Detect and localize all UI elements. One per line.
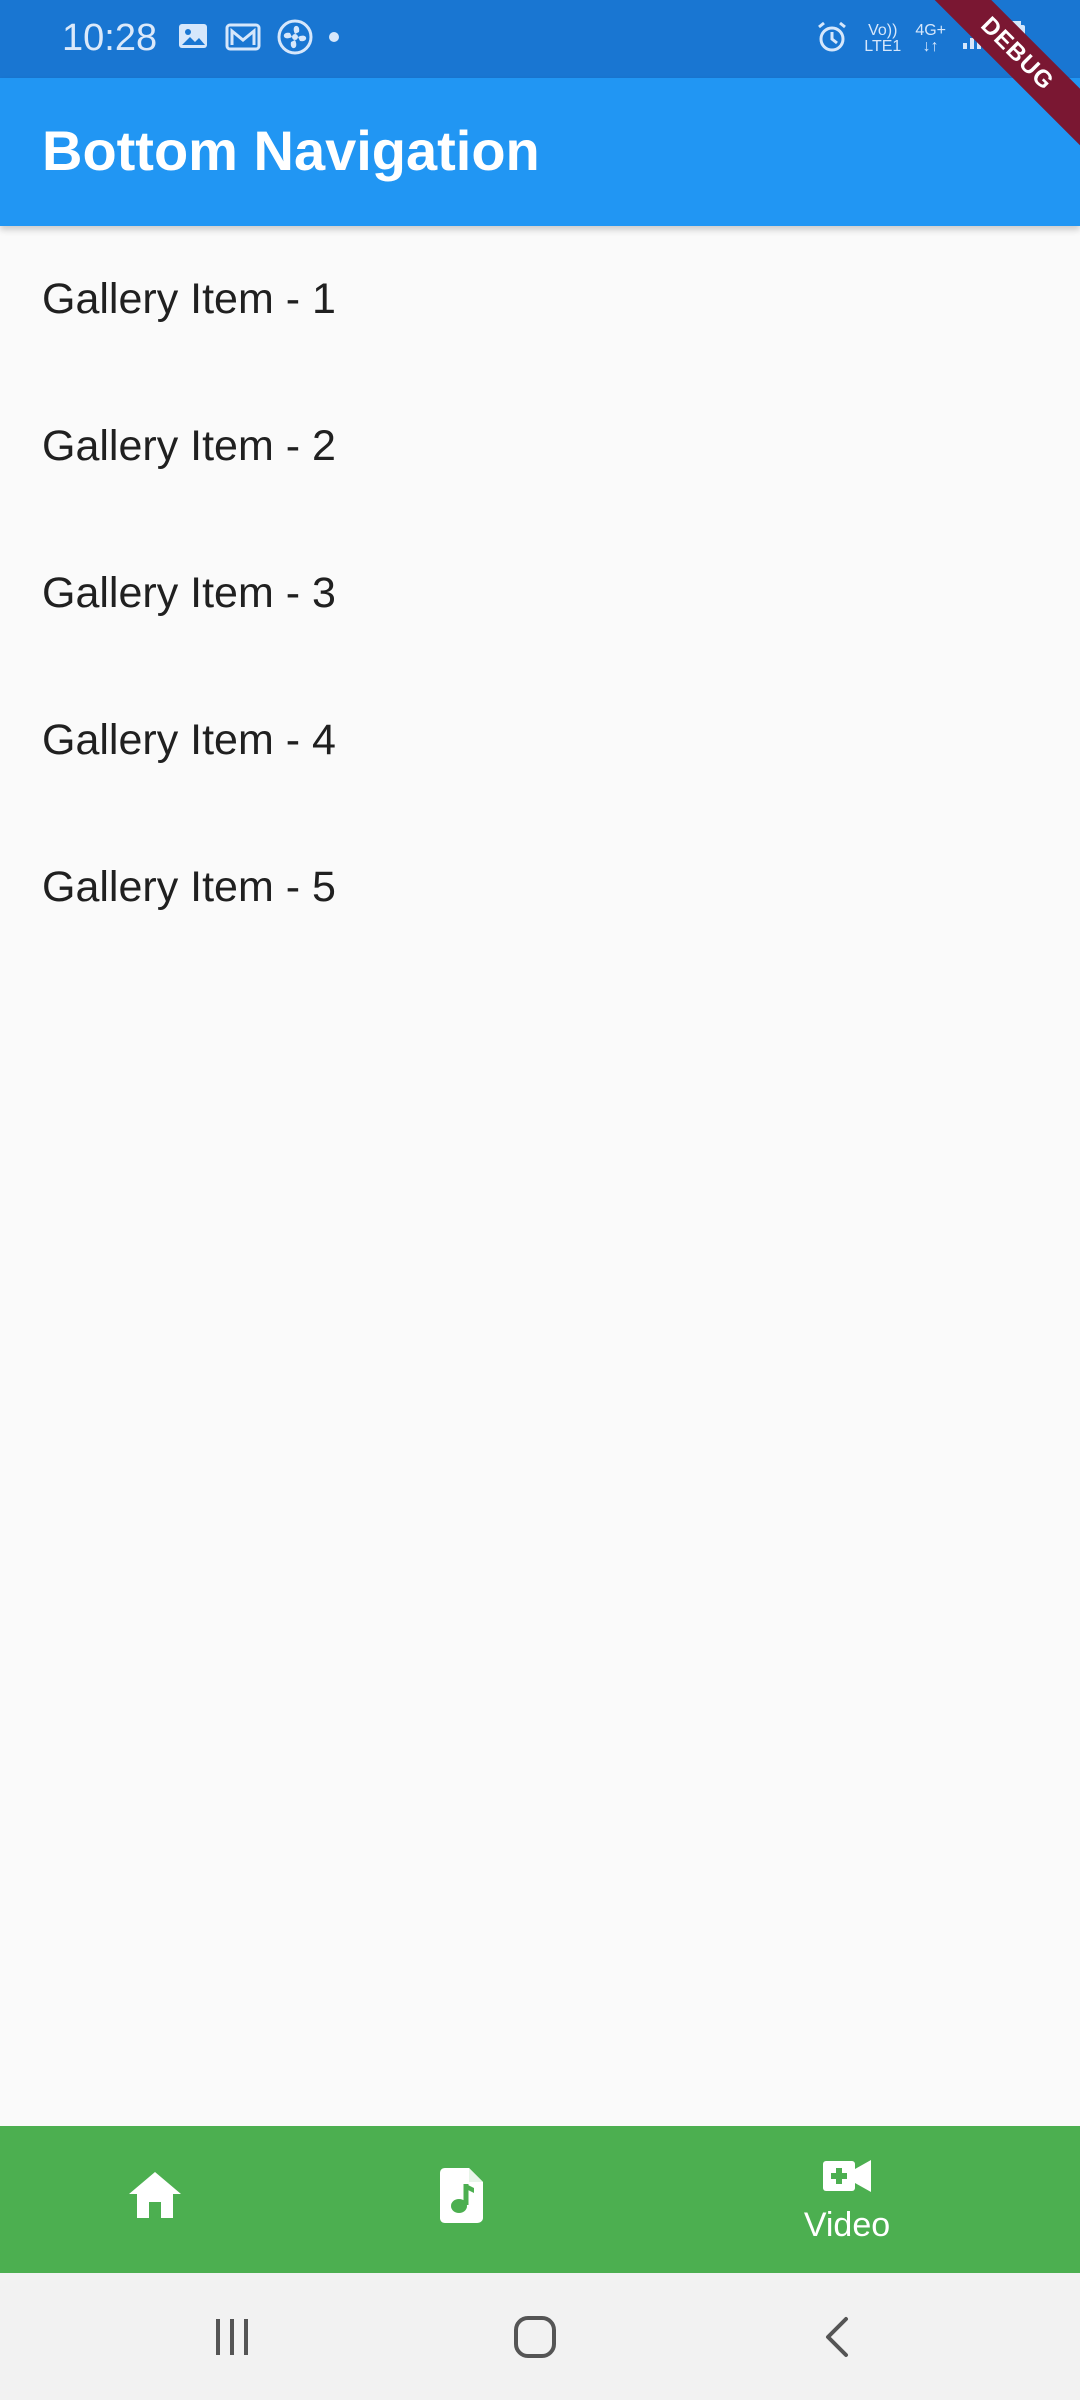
bottom-nav-video[interactable]: Video [747,2126,947,2273]
bottom-nav-music[interactable] [363,2126,563,2273]
gallery-item-label: Gallery Item - 2 [42,422,336,470]
home-icon [126,2169,184,2226]
mail-icon [224,20,262,59]
status-bar: 10:28 Vo)) LTE1 4G+ ↓↑ [0,0,1080,78]
dot-icon [328,30,340,48]
gallery-item-label: Gallery Item - 3 [42,569,336,617]
gallery-list: Gallery Item - 1 Gallery Item - 2 Galler… [0,226,1080,2126]
back-button[interactable] [798,2297,878,2377]
gallery-item-label: Gallery Item - 4 [42,716,336,764]
gallery-item-3[interactable]: Gallery Item - 3 [0,520,1080,667]
gallery-item-label: Gallery Item - 5 [42,863,336,911]
app-bar: Bottom Navigation [0,78,1080,226]
music-file-icon [439,2166,487,2229]
volte-bottom-label: LTE1 [864,38,902,55]
home-outline-icon [514,2316,556,2358]
gallery-item-5[interactable]: Gallery Item - 5 [0,814,1080,961]
network-4g-icon: 4G+ ↓↑ [915,23,946,55]
fan-icon [276,18,314,61]
status-time: 10:28 [62,17,158,59]
video-call-icon [819,2155,875,2202]
gallery-item-2[interactable]: Gallery Item - 2 [0,373,1080,520]
volte-top-label: Vo)) [868,22,898,39]
gallery-item-label: Gallery Item - 1 [42,275,336,323]
volte-icon: Vo)) LTE1 [864,23,901,55]
page-title: Bottom Navigation [42,119,540,182]
gallery-item-1[interactable]: Gallery Item - 1 [0,226,1080,373]
network-arrows: ↓↑ [922,38,939,55]
back-chevron-icon [826,2317,848,2357]
alarm-icon [814,19,850,60]
bottom-nav-label: Video [803,2206,891,2244]
recent-apps-icon [216,2319,248,2355]
gallery-item-4[interactable]: Gallery Item - 4 [0,667,1080,814]
network-label: 4G+ [915,22,946,39]
status-left-icons [176,18,340,61]
image-icon [176,20,210,59]
home-button[interactable] [495,2297,575,2377]
bottom-navigation: Video [0,2126,1080,2273]
bottom-nav-home[interactable] [55,2126,255,2273]
system-navigation-bar [0,2273,1080,2400]
recent-apps-button[interactable] [192,2297,272,2377]
